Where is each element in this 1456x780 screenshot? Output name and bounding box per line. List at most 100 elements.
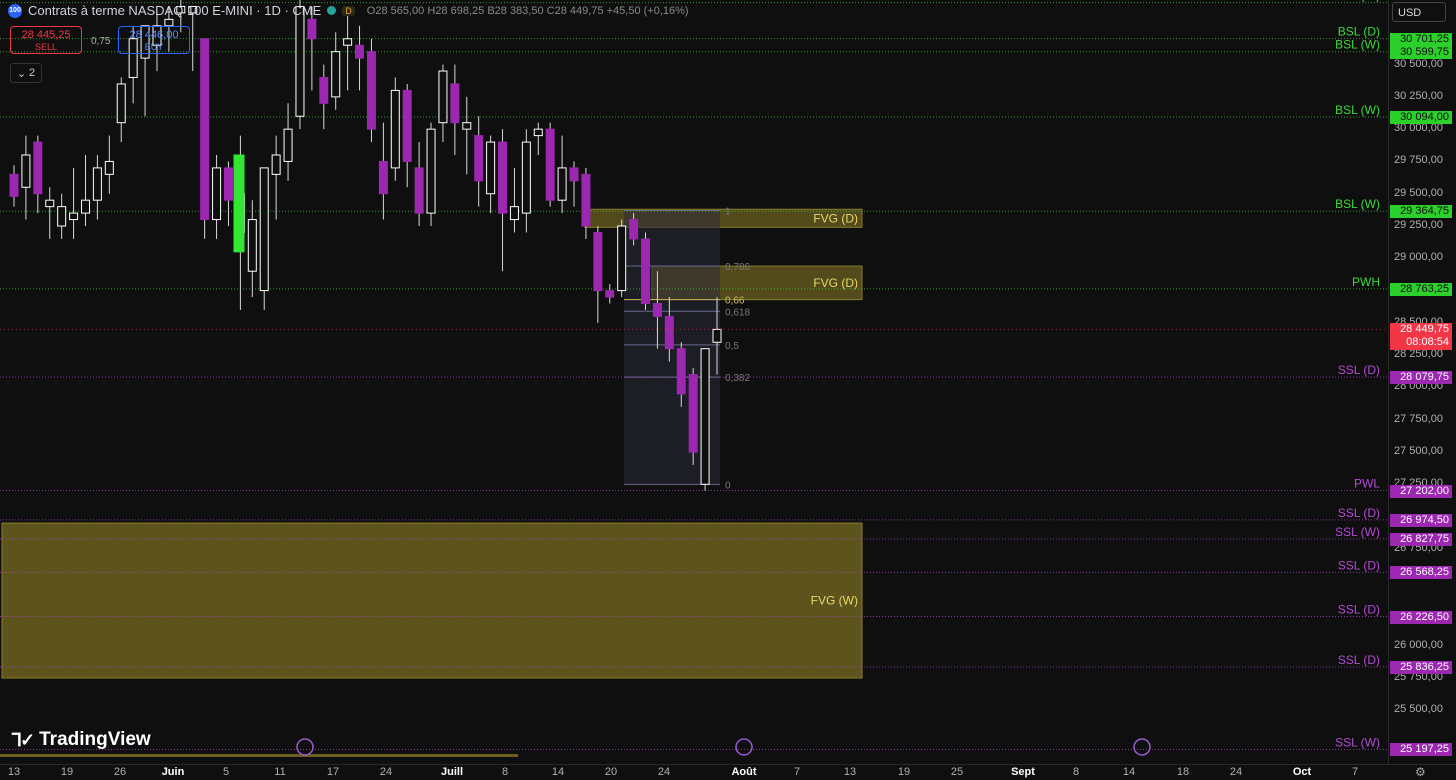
liquidity-label: SSL (W) xyxy=(1335,525,1380,539)
candle-body xyxy=(700,348,710,485)
candle-body xyxy=(247,219,257,272)
bar-countdown: 08:08:54 xyxy=(1406,336,1449,349)
fvg-label: FVG (W) xyxy=(811,594,858,608)
fib-ratio-label: 0,618 xyxy=(725,307,750,318)
ohlc-change: +45,50 (+0,16%) xyxy=(606,4,689,17)
candle-body xyxy=(331,51,341,98)
buy-button[interactable]: 28 446,00 BUY xyxy=(118,26,190,54)
level-price-tag: 28 763,25 xyxy=(1390,282,1452,296)
candle-body xyxy=(212,167,222,221)
candle-body xyxy=(259,167,269,292)
liquidity-label: SSL (D) xyxy=(1338,558,1380,572)
time-tick-label: 13 xyxy=(843,766,857,778)
price-tick-label: 30 500,00 xyxy=(1394,57,1443,70)
candle-body xyxy=(45,199,55,208)
time-tick-label: 25 xyxy=(950,766,964,778)
candle-body xyxy=(295,5,305,117)
market-open-icon xyxy=(327,6,337,15)
liquidity-label: SSL (D) xyxy=(1338,506,1380,520)
sell-button[interactable]: 28 445,25 SELL xyxy=(10,26,82,54)
liquidity-label: PWL xyxy=(1354,477,1380,491)
fib-ratio-label: 1 xyxy=(725,207,731,218)
time-tick-label: 24 xyxy=(379,766,393,778)
candle-body xyxy=(676,348,686,395)
candle-body xyxy=(307,18,317,40)
symbol-title[interactable]: Contrats à terme NASDAQ 100 E-MINI · 1D … xyxy=(28,3,321,18)
chart-canvas[interactable]: FVG (D) FVG (D) FVG (W) 1 0,786 0,660,618 0,5 0… xyxy=(0,0,1388,764)
candle-body xyxy=(69,212,79,221)
candle-body xyxy=(462,122,472,130)
candle-body xyxy=(509,206,519,221)
time-tick-label: 24 xyxy=(657,766,671,778)
candle-body xyxy=(355,44,365,59)
fvg-zone xyxy=(1,522,863,679)
level-price-tag: 25 197,25 xyxy=(1390,743,1452,757)
liquidity-label: BSL (W) xyxy=(1335,38,1380,52)
candle-body xyxy=(200,38,210,221)
chart-header: 100 Contrats à terme NASDAQ 100 E-MINI ·… xyxy=(8,3,689,18)
chart-pane[interactable]: FVG (D) FVG (D) FVG (W) 1 0,786 0,66 0,618 0,5 0… xyxy=(0,0,1388,764)
candle-body xyxy=(498,141,508,214)
candle-body xyxy=(390,89,400,169)
ohlc-h: 28 698,25 xyxy=(435,4,485,17)
candle-body xyxy=(569,167,579,182)
chevron-down-icon: ⌄ xyxy=(16,67,27,80)
liquidity-label: BSL (D) xyxy=(1338,25,1380,39)
candle-body xyxy=(9,173,19,197)
fvg-label: FVG (D) xyxy=(813,211,858,225)
price-tick-label: 30 250,00 xyxy=(1394,89,1443,102)
candle-body xyxy=(21,154,31,188)
candle-body xyxy=(652,303,662,317)
candle-body xyxy=(521,141,531,214)
fib-ratio-label: 0,382 xyxy=(725,373,750,384)
candle-body xyxy=(116,83,126,124)
time-axis[interactable]: ⚙ 13 19 26 Juin 5 11 17 24 Juill 8 14 20 24 Août 7 13 19… xyxy=(0,764,1456,780)
volume-strip xyxy=(0,754,518,757)
candle-body xyxy=(438,70,448,124)
last-price-tag: 28 449,75 08:08:54 xyxy=(1390,323,1452,351)
indicators-toggle[interactable]: ⌄ 2 xyxy=(10,63,42,83)
currency-select[interactable]: USD xyxy=(1392,2,1446,22)
candle-body xyxy=(605,290,615,298)
liquidity-label: BSL (W) xyxy=(1335,0,1380,3)
candle-body xyxy=(426,128,436,214)
level-price-tag: 27 202,00 xyxy=(1390,484,1452,498)
candle-body xyxy=(378,160,388,195)
price-tick-label: 25 500,00 xyxy=(1394,703,1443,716)
symbol-icon: 100 xyxy=(8,3,22,18)
price-tick-label: 29 750,00 xyxy=(1394,154,1443,167)
candle-body xyxy=(557,167,567,201)
candle-body xyxy=(343,38,353,46)
tradingview-logo: ⅂✓ TradingView xyxy=(12,729,151,751)
buy-label: BUY xyxy=(144,42,164,52)
candle-body xyxy=(593,231,603,292)
time-tick-label: 8 xyxy=(501,766,509,778)
liquidity-label: SSL (D) xyxy=(1338,603,1380,617)
candle-body xyxy=(664,315,674,350)
ohlc-c-key: C xyxy=(546,4,555,17)
price-tick-label: 26 000,00 xyxy=(1394,638,1443,651)
time-tick-label: 24 xyxy=(1229,766,1243,778)
indicators-count: 2 xyxy=(29,67,36,79)
candle-body xyxy=(688,374,698,453)
price-tick-label: 27 500,00 xyxy=(1394,445,1443,458)
economic-event-icon xyxy=(296,738,314,756)
market-flag: D xyxy=(342,5,355,16)
price-tick-label: 29 000,00 xyxy=(1394,251,1443,264)
fvg-label: FVG (D) xyxy=(813,276,858,290)
candle-body xyxy=(104,160,114,175)
candle-body xyxy=(641,238,651,305)
settings-gear-icon[interactable]: ⚙ xyxy=(1415,765,1426,779)
time-tick-label: Juill xyxy=(440,766,464,778)
earnings-event-icon xyxy=(735,738,753,756)
level-price-tag: 26 974,50 xyxy=(1390,513,1452,527)
ohlc-values: O28 565,00 H28 698,25 B28 383,50 C28 449… xyxy=(367,5,689,17)
time-tick-label: 7 xyxy=(1351,766,1359,778)
candle-body xyxy=(80,199,90,214)
level-price-tag: 30 701,25 xyxy=(1390,32,1452,46)
spread-value: 0,75 xyxy=(91,36,111,47)
time-tick-label: 20 xyxy=(604,766,618,778)
time-tick-label: Juin xyxy=(161,766,185,778)
tv-logo-icon: ⅂✓ xyxy=(12,729,35,750)
candle-body xyxy=(629,219,639,240)
